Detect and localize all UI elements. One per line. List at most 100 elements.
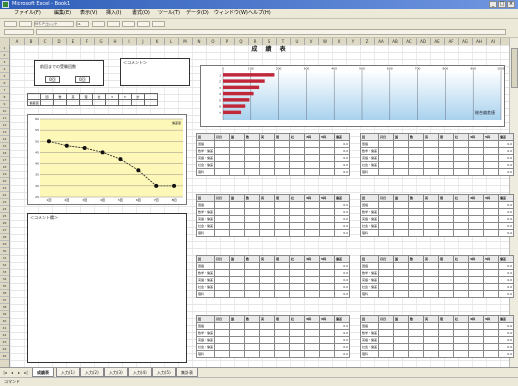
table-cell[interactable] [289,322,306,330]
table-cell[interactable] [319,201,336,209]
table-cell[interactable]: 0.0 [498,329,515,337]
table-cell[interactable]: 0.0 [498,336,515,344]
table-cell[interactable] [274,229,291,237]
table-cell[interactable] [408,350,425,358]
table-cell[interactable] [319,269,336,277]
table-cell[interactable] [468,262,485,270]
table-cell[interactable]: 0.0 [498,168,515,176]
table-cell[interactable] [453,208,470,216]
row-header-cell[interactable]: 4 [0,66,9,73]
table-cell[interactable] [393,343,410,351]
table-cell[interactable] [423,147,440,155]
summary-cell[interactable] [118,99,132,106]
table-cell[interactable] [453,215,470,223]
table-cell[interactable] [214,276,231,284]
open-icon[interactable] [19,21,32,27]
table-cell[interactable] [438,208,455,216]
table-cell[interactable] [319,215,336,223]
table-cell[interactable] [289,201,306,209]
row-header-cell[interactable]: 37 [0,297,9,304]
table-cell[interactable] [289,147,306,155]
table-cell[interactable] [259,229,276,237]
row-header-cell[interactable]: 29 [0,241,9,248]
table-cell[interactable] [274,350,291,358]
table-cell[interactable] [244,154,261,162]
table-cell[interactable] [319,343,336,351]
new-icon[interactable] [4,21,17,27]
table-cell[interactable] [423,283,440,291]
table-cell[interactable] [468,215,485,223]
table-cell[interactable]: 0.0 [334,290,351,298]
table-cell[interactable] [393,147,410,155]
table-cell[interactable] [438,154,455,162]
table-cell[interactable] [393,208,410,216]
row-header-cell[interactable]: 5 [0,73,9,80]
table-cell[interactable] [408,262,425,270]
table-cell[interactable] [408,276,425,284]
column-header-cell[interactable]: E [66,38,81,45]
table-cell[interactable] [289,283,306,291]
table-cell[interactable] [214,161,231,169]
table-cell[interactable] [274,208,291,216]
row-header-cell[interactable]: 18 [0,164,9,171]
table-cell[interactable]: 0.0 [498,350,515,358]
menu-item-format[interactable]: 書式(O) [132,10,150,17]
table-cell[interactable] [244,262,261,270]
table-cell[interactable]: 0.0 [498,262,515,270]
table-cell[interactable] [259,161,276,169]
table-cell[interactable] [274,290,291,298]
column-header-cell[interactable]: H [108,38,123,45]
table-cell[interactable] [229,269,246,277]
table-cell[interactable]: 0.0 [334,276,351,284]
table-cell[interactable] [393,154,410,162]
column-header-cell[interactable]: D [52,38,67,45]
table-cell[interactable] [453,222,470,230]
table-cell[interactable] [289,215,306,223]
table-cell[interactable] [304,161,321,169]
column-header-cell[interactable]: AC [402,38,417,45]
table-cell[interactable] [274,276,291,284]
table-cell[interactable] [214,329,231,337]
table-cell[interactable] [468,161,485,169]
table-cell[interactable]: 0.0 [498,154,515,162]
column-header-cell[interactable]: Z [360,38,375,45]
table-cell[interactable] [214,229,231,237]
table-cell[interactable] [378,343,395,351]
table-cell[interactable] [453,262,470,270]
row-header-cell[interactable]: 1 [0,45,9,52]
table-cell[interactable] [244,168,261,176]
table-cell[interactable] [423,269,440,277]
row-header-cell[interactable]: 2 [0,52,9,59]
table-cell[interactable] [244,290,261,298]
table-cell[interactable] [468,336,485,344]
table-cell[interactable] [274,329,291,337]
memo-box[interactable]: ＜コメント欄＞ [27,213,187,363]
table-cell[interactable] [483,229,500,237]
table-cell[interactable] [289,140,306,148]
table-cell[interactable]: 0.0 [498,290,515,298]
table-cell[interactable] [468,350,485,358]
menu-item-edit[interactable]: 編集(E) [54,10,71,17]
table-cell[interactable] [393,262,410,270]
table-cell[interactable] [259,350,276,358]
table-cell[interactable]: 0.0 [334,154,351,162]
last-sheet-icon[interactable]: ▸| [23,370,29,376]
column-header-cell[interactable]: J [136,38,151,45]
table-cell[interactable] [244,208,261,216]
row-header-cell[interactable]: 45 [0,353,9,360]
table-cell[interactable] [438,343,455,351]
table-cell[interactable] [453,154,470,162]
table-cell[interactable] [289,222,306,230]
table-cell[interactable] [244,215,261,223]
table-cell[interactable] [304,262,321,270]
row-header-cell[interactable]: 12 [0,122,9,129]
table-cell[interactable] [483,201,500,209]
column-header-cell[interactable]: W [318,38,333,45]
table-cell[interactable] [378,201,395,209]
table-cell[interactable] [289,229,306,237]
table-cell[interactable] [453,161,470,169]
table-cell[interactable] [438,147,455,155]
next-sheet-icon[interactable]: ▸ [16,370,22,376]
table-cell[interactable] [408,201,425,209]
table-cell[interactable] [304,276,321,284]
